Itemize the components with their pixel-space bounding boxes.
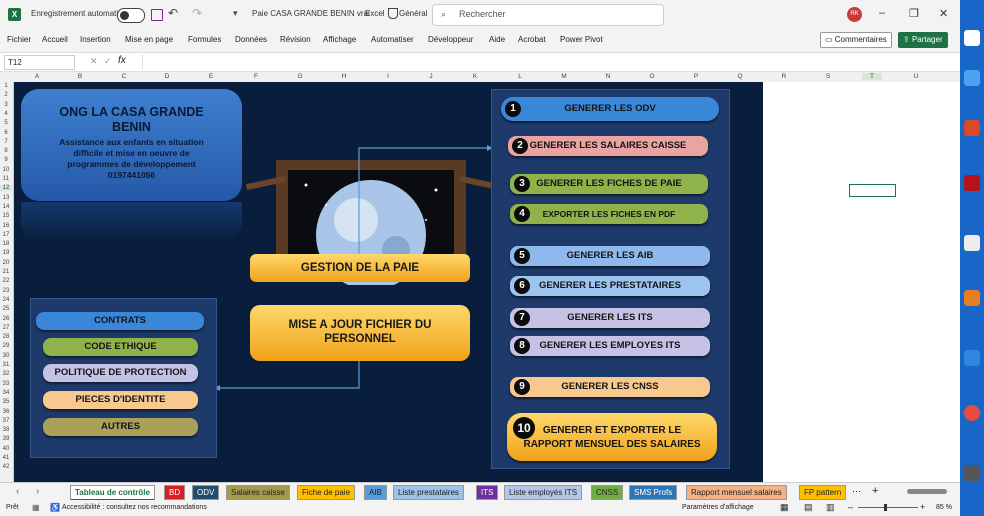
- sheet-tab[interactable]: ODV: [192, 485, 220, 500]
- sheet-tabs-bar: ‹ › Tableau de contrôle BD ODV Salaires cai…: [0, 482, 960, 501]
- generate-contractors-button[interactable]: 6 GENERER LES PRESTATAIRES: [510, 276, 710, 296]
- page-break-icon[interactable]: ▥: [826, 502, 835, 513]
- step-number: 5: [514, 248, 530, 264]
- button-label: GENERER LES EMPLOYES ITS: [539, 340, 681, 351]
- zoom-level[interactable]: 85 %: [936, 504, 952, 511]
- sheet-tab[interactable]: Rapport mensuel salaires: [686, 485, 787, 500]
- display-settings[interactable]: Paramètres d'affichage: [682, 504, 754, 511]
- desktop-strip: [960, 0, 984, 516]
- button-label: GENERER LES PRESTATAIRES: [539, 280, 681, 291]
- sheet-tab[interactable]: BD: [164, 485, 186, 500]
- others-button[interactable]: AUTRES: [43, 418, 198, 436]
- generate-monthly-report-button[interactable]: 10 GENERER ET EXPORTER LE RAPPORT MENSUEL…: [507, 413, 717, 461]
- update-staff-file-label: MISE A JOUR FICHIER DU PERSONNEL: [250, 318, 470, 346]
- page-layout-icon[interactable]: ▤: [804, 502, 813, 513]
- zoom-slider-thumb[interactable]: [884, 504, 887, 511]
- sheet-tab[interactable]: Salaires caisse: [226, 485, 290, 500]
- next-sheet-icon[interactable]: ›: [36, 486, 39, 497]
- generate-cash-salaries-button[interactable]: 2 GENERER LES SALAIRES CAISSE: [508, 136, 708, 156]
- desktop-app-icon[interactable]: [964, 290, 980, 306]
- ready-status: Prêt: [6, 504, 19, 511]
- generate-cnss-button[interactable]: 9 GENERER LES CNSS: [510, 377, 710, 397]
- sheet-tab[interactable]: Fiche de paie: [297, 485, 356, 500]
- button-label: EXPORTER LES FICHES EN PDF: [542, 209, 676, 219]
- step-number: 1: [505, 101, 521, 117]
- step-number: 9: [514, 379, 530, 395]
- sheet-tab[interactable]: SMS Profs: [629, 485, 678, 500]
- step-number: 8: [514, 338, 530, 354]
- protection-policy-button[interactable]: POLITIQUE DE PROTECTION: [43, 364, 198, 382]
- normal-view-icon[interactable]: ▦: [780, 502, 789, 513]
- zoom-slider[interactable]: [858, 507, 918, 508]
- button-label: GENERER LES AIB: [566, 250, 654, 261]
- export-payslips-pdf-button[interactable]: 4 EXPORTER LES FICHES EN PDF: [510, 204, 708, 224]
- button-label: GENERER LES FICHES DE PAIE: [536, 178, 682, 189]
- horizontal-scrollbar[interactable]: [907, 489, 947, 494]
- step-number: 6: [514, 278, 530, 294]
- sheet-tab[interactable]: AIB: [364, 485, 387, 500]
- report-label: GENERER ET EXPORTER LE RAPPORT MENSUEL DE…: [507, 424, 717, 452]
- generate-payslips-button[interactable]: 3 GENERER LES FICHES DE PAIE: [510, 174, 708, 194]
- sheet-tab[interactable]: Liste prestataires: [393, 485, 464, 500]
- sheet-tab[interactable]: CNSS: [591, 485, 624, 500]
- prev-sheet-icon[interactable]: ‹: [16, 486, 19, 497]
- step-number: 3: [514, 176, 530, 192]
- generate-aib-button[interactable]: 5 GENERER LES AIB: [510, 246, 710, 266]
- button-label: GENERER LES ITS: [567, 312, 653, 323]
- generate-odv-button[interactable]: 1 GENERER LES ODV: [501, 97, 719, 121]
- update-staff-file-button[interactable]: MISE A JOUR FICHIER DU PERSONNEL: [250, 305, 470, 361]
- sheet-tab[interactable]: Tableau de contrôle: [70, 485, 155, 501]
- desktop-app-icon[interactable]: [964, 235, 980, 251]
- button-label: GENERER LES SALAIRES CAISSE: [529, 140, 687, 151]
- code-of-ethics-button[interactable]: CODE ETHIQUE: [43, 338, 198, 356]
- sheet-tab[interactable]: FP pattern: [799, 485, 847, 500]
- status-bar: Prêt ▦ ♿ Accessibilité : consultez nos r…: [0, 500, 960, 516]
- desktop-app-icon[interactable]: [964, 465, 980, 481]
- desktop-app-icon[interactable]: [964, 120, 980, 136]
- contracts-button[interactable]: CONTRATS: [36, 312, 204, 330]
- more-sheets-icon[interactable]: ⋯: [852, 486, 861, 497]
- step-number: 2: [512, 138, 528, 154]
- macro-icon[interactable]: ▦: [32, 503, 40, 512]
- zoom-in-icon[interactable]: +: [920, 502, 925, 512]
- id-documents-button[interactable]: PIECES D'IDENTITE: [43, 391, 198, 409]
- generate-its-employees-button[interactable]: 8 GENERER LES EMPLOYES ITS: [510, 336, 710, 356]
- desktop-app-icon[interactable]: [964, 30, 980, 46]
- desktop-app-icon[interactable]: [964, 350, 980, 366]
- report-label-line-2: RAPPORT MENSUEL DES SALAIRES: [523, 439, 701, 450]
- button-label: GENERER LES CNSS: [561, 381, 659, 392]
- generate-its-button[interactable]: 7 GENERER LES ITS: [510, 308, 710, 328]
- payroll-management-button[interactable]: GESTION DE LA PAIE: [250, 254, 470, 282]
- accessibility-icon[interactable]: ♿: [50, 503, 60, 512]
- desktop-app-icon[interactable]: [964, 70, 980, 86]
- add-sheet-icon[interactable]: +: [872, 485, 878, 497]
- accessibility-status[interactable]: Accessibilité : consultez nos recommanda…: [62, 504, 207, 511]
- zoom-out-icon[interactable]: –: [848, 502, 853, 512]
- step-number: 7: [514, 310, 530, 326]
- update-line-2: PERSONNEL: [324, 333, 396, 345]
- step-number: 10: [513, 417, 535, 439]
- sheet-tab[interactable]: ITS: [476, 485, 499, 500]
- chrome-icon[interactable]: [964, 405, 980, 421]
- update-line-1: MISE A JOUR FICHIER DU: [288, 319, 432, 331]
- report-label-line-1: GENERER ET EXPORTER LE: [542, 425, 682, 436]
- step-number: 4: [514, 206, 530, 222]
- sheet-tab[interactable]: Liste employés ITS: [504, 485, 583, 500]
- desktop-app-icon[interactable]: [964, 175, 980, 191]
- button-label: GENERER LES ODV: [564, 103, 656, 114]
